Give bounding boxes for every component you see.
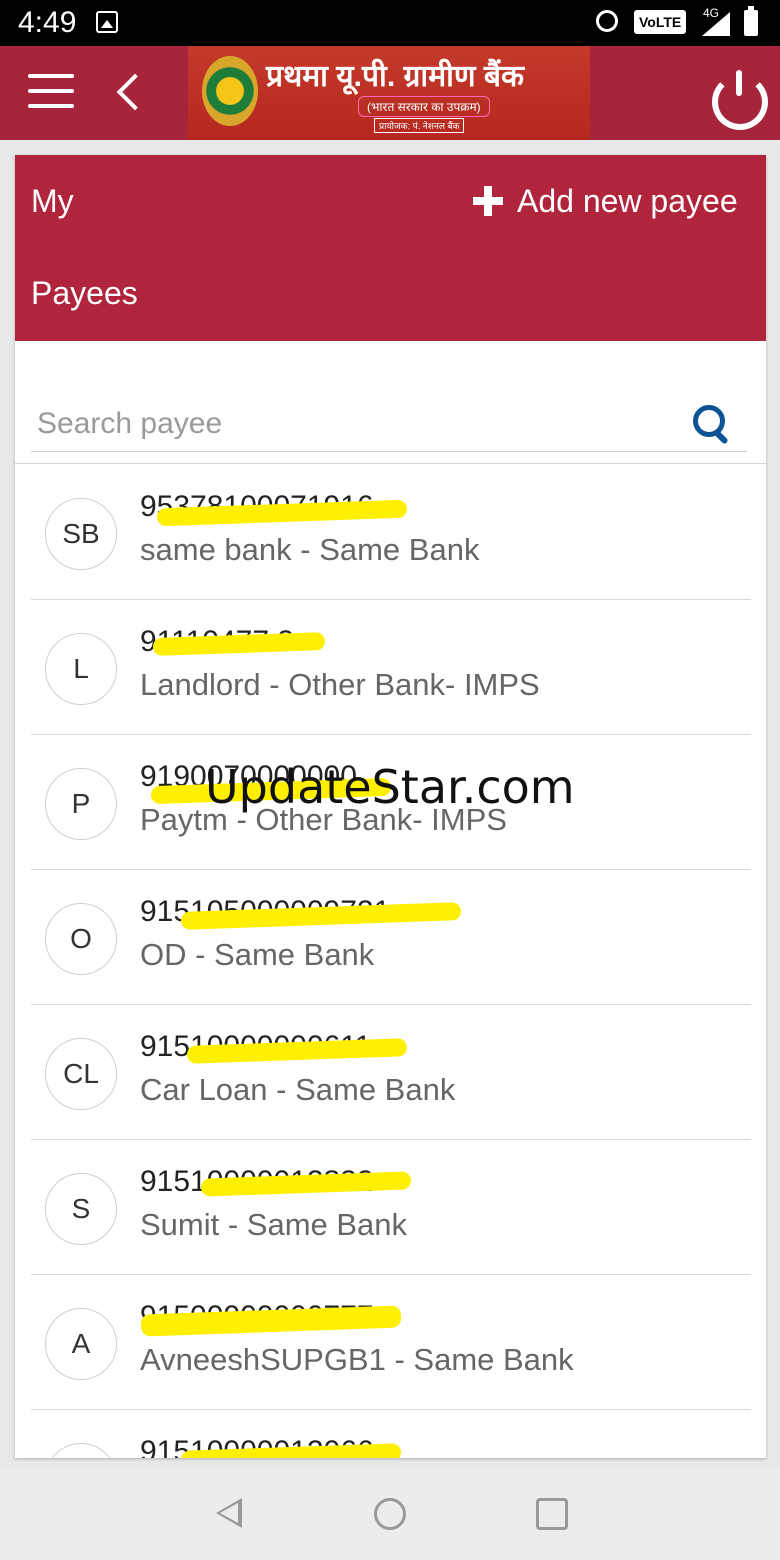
status-bar: 4:49 VoLTE 4G [0, 0, 780, 46]
payee-label: same bank - Same Bank [140, 532, 480, 567]
list-item[interactable]: L 91110477 3 Landlord - Other Bank- IMPS [31, 599, 751, 735]
list-item[interactable]: 91510000012066 [31, 1409, 751, 1458]
avatar: L [45, 633, 117, 705]
nav-recents-icon[interactable] [536, 1498, 568, 1530]
nav-home-icon[interactable] [374, 1498, 406, 1530]
avatar: P [45, 768, 117, 840]
payee-label: Landlord - Other Bank- IMPS [140, 667, 540, 702]
bank-emblem-icon [202, 56, 258, 126]
avatar: O [45, 903, 117, 975]
network-type: 4G [703, 6, 720, 20]
avatar: SB [45, 498, 117, 570]
bank-name: प्रथमा यू.पी. ग्रामीण बैंक [266, 60, 525, 93]
payee-label: OD - Same Bank [140, 937, 375, 972]
payee-label: AvneeshSUPGB1 - Same Bank [140, 1342, 574, 1377]
avatar: CL [45, 1038, 117, 1110]
image-notification-icon [96, 11, 118, 33]
search-icon[interactable] [691, 403, 731, 445]
alarm-icon [596, 10, 618, 32]
list-item[interactable]: SB 95378100071916 same bank - Same Bank [31, 464, 751, 600]
avatar: S [45, 1173, 117, 1245]
avatar: A [45, 1308, 117, 1380]
navigation-bar [0, 1468, 780, 1560]
plus-icon [473, 186, 503, 216]
status-time: 4:49 [18, 6, 77, 39]
list-item[interactable]: CL 91510000000611 Car Loan - Same Bank [31, 1004, 751, 1140]
search-input[interactable] [35, 403, 679, 445]
page-title-line1: My [31, 183, 74, 219]
battery-icon [744, 6, 758, 36]
avatar [45, 1443, 117, 1458]
card-header: My Payees Add new payee [15, 155, 766, 341]
watermark: UpdateStar.com [205, 760, 575, 814]
app-bar: प्रथमा यू.पी. ग्रामीण बैंक (भारत सरकार क… [0, 46, 780, 140]
list-item[interactable]: O 915105000009721 OD - Same Bank [31, 869, 751, 1005]
bank-logo: प्रथमा यू.पी. ग्रामीण बैंक (भारत सरकार क… [188, 46, 590, 140]
bank-subtitle: (भारत सरकार का उपक्रम) [358, 96, 490, 117]
page-title-line2: Payees [31, 275, 138, 311]
add-new-payee-button[interactable]: Add new payee [473, 179, 738, 223]
back-arrow-icon[interactable] [110, 70, 150, 116]
volte-badge: VoLTE [634, 10, 687, 34]
power-icon[interactable] [712, 70, 768, 130]
nav-back-icon[interactable] [216, 1498, 242, 1528]
list-item[interactable]: A 91500000000777 AvneeshSUPGB1 - Same Ba… [31, 1274, 751, 1410]
add-new-payee-label: Add new payee [517, 182, 738, 219]
list-item[interactable]: S 91510000012832 Sumit - Same Bank [31, 1139, 751, 1275]
bank-tagline: प्रायोजक: पं. नेशनल बैंक [374, 118, 465, 133]
menu-icon[interactable] [28, 74, 74, 110]
payee-label: Car Loan - Same Bank [140, 1072, 456, 1107]
search-bar [31, 395, 747, 452]
payee-label: Sumit - Same Bank [140, 1207, 408, 1242]
